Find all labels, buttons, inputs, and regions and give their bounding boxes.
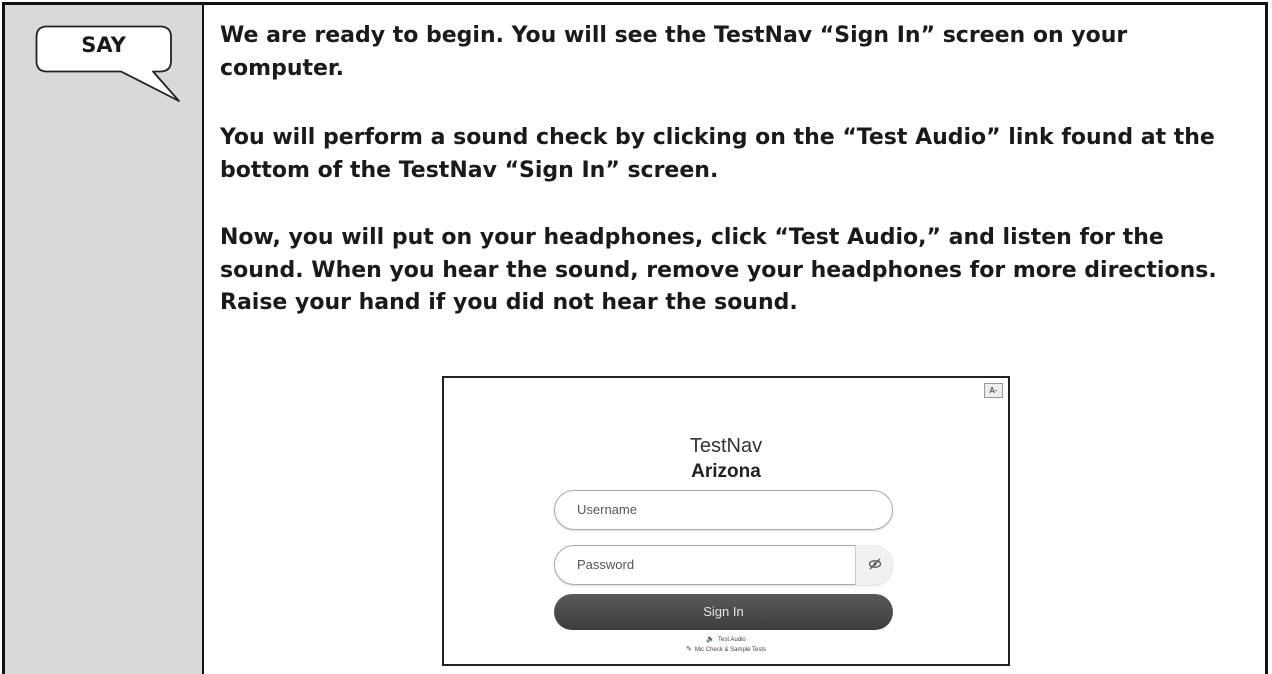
paragraph-headphones: Now, you will put on your headphones, cl… — [220, 225, 1217, 315]
sign-in-button[interactable]: Sign In — [554, 594, 893, 630]
test-audio-label: Test Audio — [718, 637, 746, 643]
mic-icon: ✎ — [685, 646, 692, 653]
username-input[interactable]: Username — [554, 490, 893, 530]
speaker-icon: 🔈 — [706, 636, 716, 643]
password-input[interactable]: Password — [554, 545, 893, 585]
font-size-button[interactable]: A- — [984, 383, 1003, 398]
paragraph-sound-check: You will perform a sound check by clicki… — [220, 125, 1215, 183]
password-placeholder: Password — [577, 557, 635, 572]
say-label: SAY — [81, 33, 126, 57]
paragraph-begin: We are ready to begin. You will see the … — [220, 23, 1128, 81]
testnav-logo: TestNav — [689, 435, 763, 457]
test-audio-link[interactable]: 🔈 Test Audio — [444, 636, 1008, 644]
state-name: Arizona — [691, 461, 761, 482]
eye-slash-icon — [868, 558, 882, 570]
password-visibility-toggle[interactable] — [855, 545, 893, 585]
say-speech-bubble: SAY — [35, 25, 185, 109]
mic-check-link[interactable]: ✎ Mic Check & Sample Tests — [444, 646, 1008, 654]
say-content: We are ready to begin. You will see the … — [204, 5, 1265, 674]
mic-check-label: Mic Check & Sample Tests — [694, 647, 767, 653]
username-placeholder: Username — [577, 502, 637, 517]
say-directions-box: SAY We are ready to begin. You will see … — [2, 2, 1268, 674]
say-sidebar: SAY — [5, 5, 204, 674]
testnav-signin-screenshot: A- TestNav Arizona Username Password Sig… — [442, 376, 1010, 666]
